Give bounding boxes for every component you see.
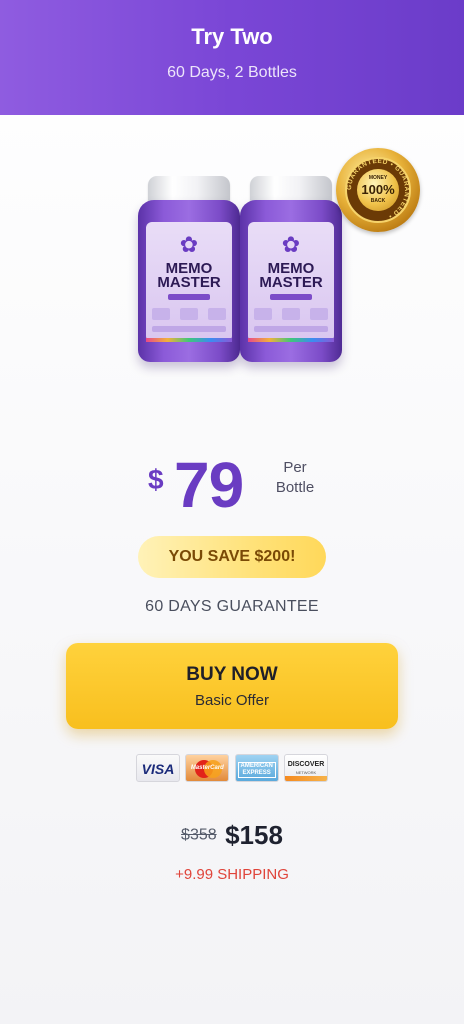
bottle-image: ✿ MEMO MASTER [240, 176, 342, 362]
buy-now-sublabel: Basic Offer [195, 692, 269, 709]
bottle-brand: MEMO MASTER [157, 260, 221, 291]
discounted-price: $158 [225, 820, 283, 850]
buy-now-label: BUY NOW [186, 664, 278, 685]
savings-badge: YOU SAVE $200! [138, 536, 326, 578]
price-block: $ 79 Per Bottle [0, 449, 464, 521]
bottle-image: ✿ MEMO MASTER [138, 176, 240, 362]
price-per-bottle: Per Bottle [275, 459, 315, 496]
amex-card-icon: AMERICAN EXPRESS [234, 754, 279, 782]
bottle-brand: MEMO MASTER [259, 260, 323, 291]
total-price: $358 $158 [0, 820, 464, 851]
price-currency: $ [148, 464, 164, 495]
brain-logo-icon: ✿ [179, 232, 199, 257]
money-back-guarantee-badge: GUARANTEED • GUARANTEED • MONEY 100% BAC… [336, 148, 420, 232]
buy-now-button[interactable]: BUY NOW Basic Offer [66, 643, 398, 729]
payment-methods: VISA MasterCard AMERICAN EXPRESS DISCOVE… [136, 754, 328, 784]
discover-card-icon: DISCOVER NETWORK [283, 754, 328, 782]
offer-card: Try Two 60 Days, 2 Bottles ✿ MEMO MASTER… [0, 0, 464, 1024]
offer-header: Try Two 60 Days, 2 Bottles [0, 0, 464, 115]
offer-subtitle: 60 Days, 2 Bottles [167, 64, 297, 81]
shipping-cost: +9.99 SHIPPING [175, 866, 289, 883]
price-amount: 79 [174, 449, 244, 521]
offer-title: Try Two [191, 24, 273, 49]
mastercard-icon: MasterCard [185, 754, 230, 782]
visa-card-icon: VISA [136, 754, 180, 782]
product-image: ✿ MEMO MASTER ✿ MEMO MASTER GUARANTEED •… [0, 140, 464, 400]
original-price: $358 [181, 826, 217, 844]
brain-logo-icon: ✿ [281, 232, 301, 257]
guarantee-text: 60 DAYS GUARANTEE [145, 598, 319, 615]
